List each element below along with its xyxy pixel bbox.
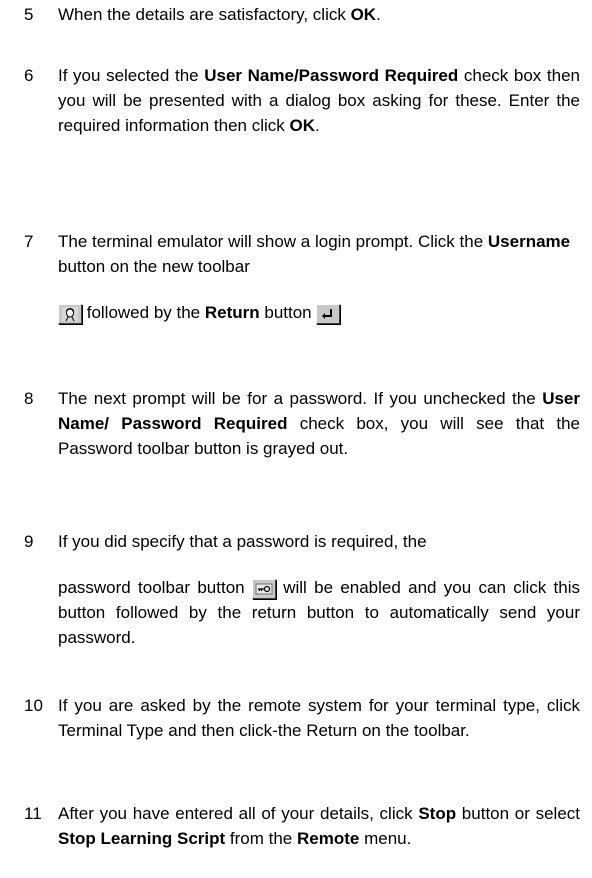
step-text: If you are asked by the remote system fo… <box>58 696 580 740</box>
step-number: 6 <box>24 66 34 85</box>
ok-label: OK <box>289 116 316 135</box>
step-number: 11 <box>24 804 42 823</box>
step-text: After you have entered all of your detai… <box>58 804 581 848</box>
step-number: 5 <box>24 5 34 24</box>
step-text: When the details are satisfactory, click… <box>58 5 381 24</box>
step-number: 8 <box>24 389 34 408</box>
username-label: Username <box>487 232 571 251</box>
remote-label: Remote <box>297 829 360 848</box>
stop-label: Stop <box>418 804 457 823</box>
step-text: If you selected the User Name/Password R… <box>58 66 580 135</box>
step-text: The terminal emulator will show a login … <box>58 232 571 324</box>
password-button-icon <box>251 578 276 599</box>
step-text: The next prompt will be for a password. … <box>58 389 580 458</box>
return-button-icon <box>316 303 341 324</box>
stop-learning-script-label: Stop Learning Script <box>58 829 226 848</box>
return-label: Return <box>204 303 260 322</box>
step-number: 9 <box>24 532 34 551</box>
ok-label: OK <box>350 5 377 24</box>
user-name-password-required-label: User Name/Password Required <box>204 66 459 85</box>
step-number: 10 <box>24 696 43 715</box>
step-number: 7 <box>24 232 34 251</box>
username-button-icon <box>58 303 82 324</box>
step-text: If you did specify that a password is re… <box>58 532 581 647</box>
